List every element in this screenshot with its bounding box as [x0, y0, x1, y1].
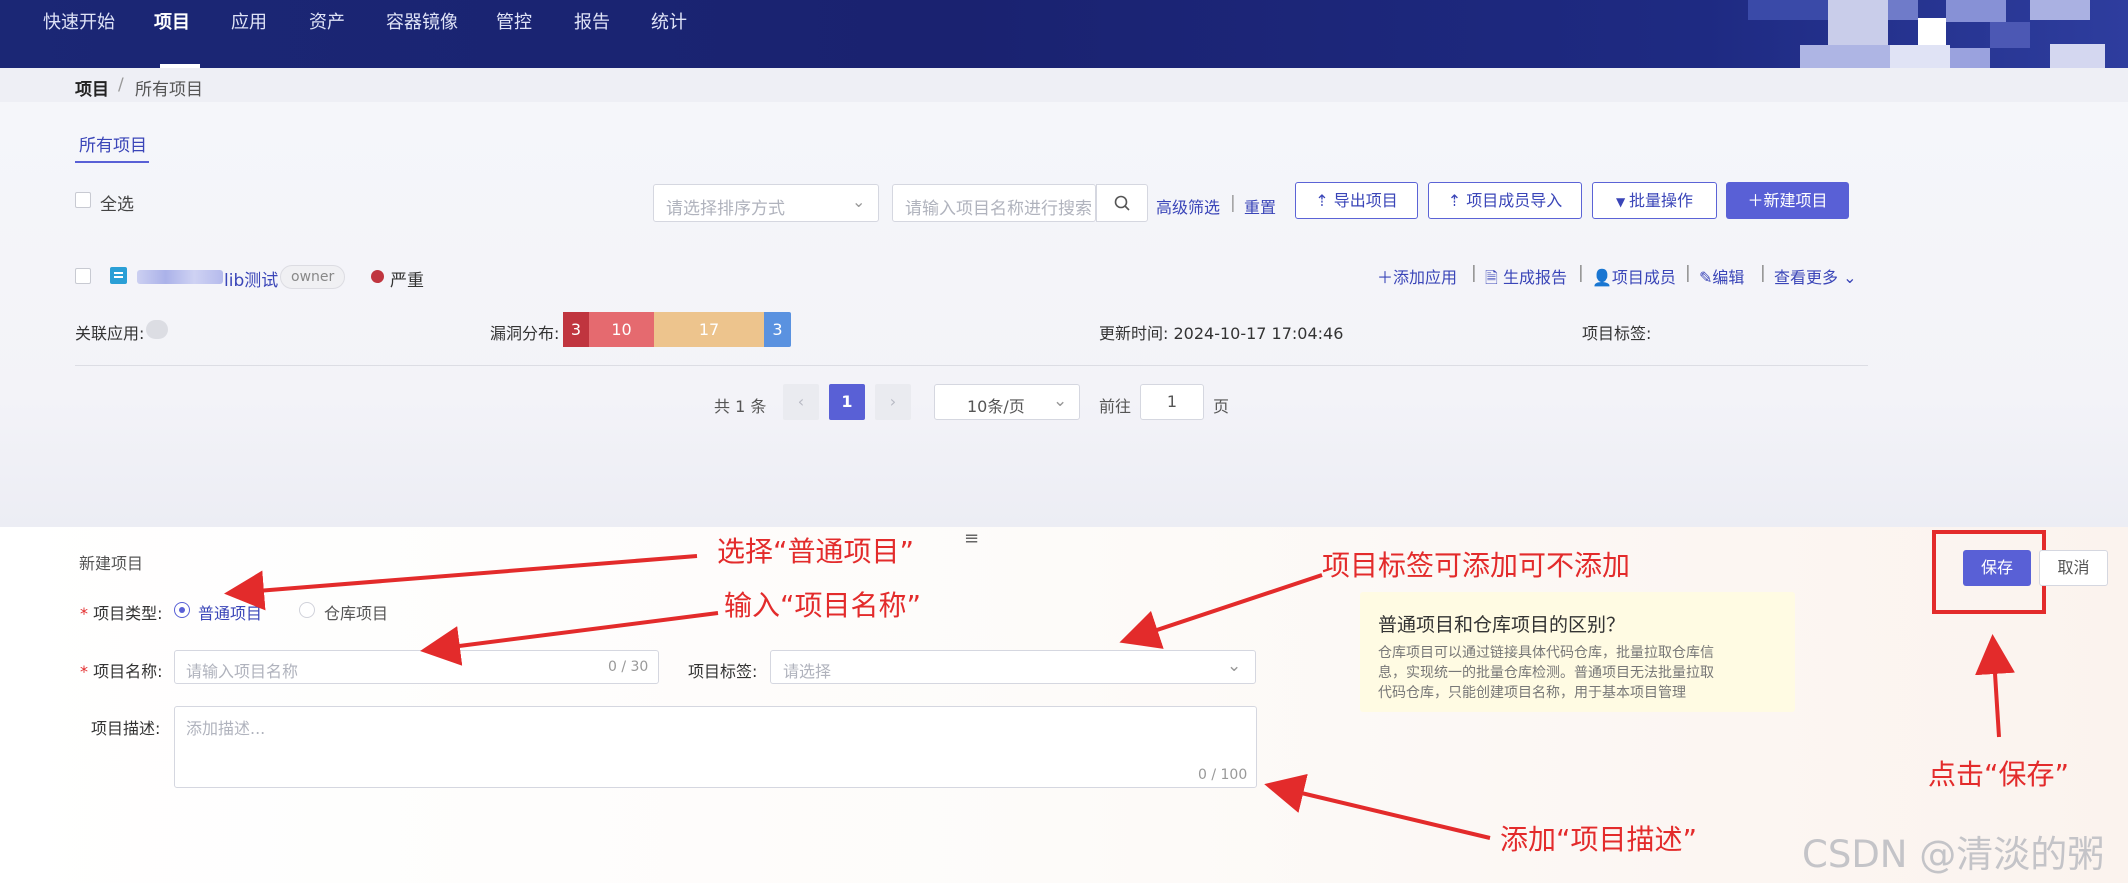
arrow-to-desc	[1264, 773, 1491, 840]
watermark: CSDN @清淡的粥	[1802, 833, 2105, 876]
arrow-to-tags	[1119, 573, 1323, 649]
annotation-click-save: 点击“保存”	[1928, 758, 2070, 791]
annotation-arrows	[224, 554, 2015, 840]
arrow-to-name	[420, 611, 719, 666]
annotation-add-desc: 添加“项目描述”	[1500, 823, 1698, 856]
annotation-enter-name: 输入“项目名称”	[724, 589, 922, 622]
annotation-tags-optional: 项目标签可添加可不添加	[1322, 549, 1631, 582]
annotation-select-type: 选择“普通项目”	[717, 535, 915, 568]
arrow-to-type	[224, 554, 698, 611]
arrow-to-save	[1975, 634, 2015, 738]
